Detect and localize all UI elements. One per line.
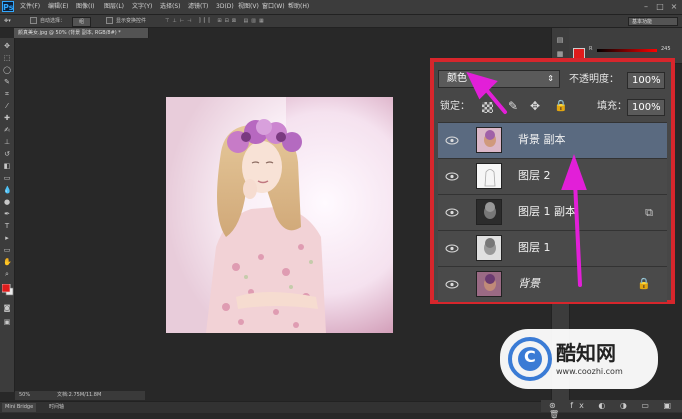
watermark: C 酷知网 www.coozhi.com <box>498 327 660 391</box>
watermark-logo-letter: C <box>524 347 536 366</box>
watermark-brand: 酷知网 <box>556 341 616 365</box>
arrow-head-layer <box>561 154 587 190</box>
watermark-url: www.coozhi.com <box>556 367 623 376</box>
layer-footer-icons[interactable]: ⊛ fx ◐ ◑ ▭ ▣ 🗑 <box>549 401 682 419</box>
layers-panel-footer: ⊛ fx ◐ ◑ ▭ ▣ 🗑 <box>541 400 682 419</box>
arrow-to-layer <box>573 180 582 287</box>
